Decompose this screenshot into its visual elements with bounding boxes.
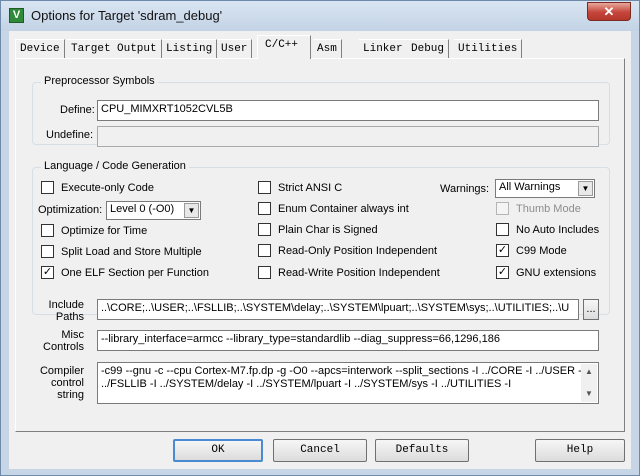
optimization-value: Level 0 (-O0) xyxy=(110,203,175,215)
compiler-control-string[interactable]: -c99 --gnu -c --cpu Cortex-M7.fp.dp -g -… xyxy=(97,362,599,404)
strict-ansi-checkbox[interactable]: Strict ANSI C xyxy=(258,181,342,194)
optimization-select[interactable]: Level 0 (-O0) ▼ xyxy=(106,201,201,220)
thumb-mode-label: Thumb Mode xyxy=(516,202,581,215)
plain-char-label: Plain Char is Signed xyxy=(278,223,378,236)
c99-mode-label: C99 Mode xyxy=(516,244,567,257)
include-browse-button[interactable]: ... xyxy=(583,299,599,320)
define-input[interactable]: CPU_MIMXRT1052CVL5B xyxy=(97,100,599,121)
one-elf-label: One ELF Section per Function xyxy=(61,266,209,279)
include-paths-label: Include Paths xyxy=(36,299,84,323)
optimize-time-label: Optimize for Time xyxy=(61,224,148,237)
tab-utilities[interactable]: Utilities xyxy=(454,39,523,58)
include-label-line1: Include xyxy=(48,299,84,311)
tab-linker[interactable]: Linker xyxy=(359,39,408,58)
tab-target[interactable]: Target xyxy=(67,39,116,58)
rw-pi-box[interactable] xyxy=(258,266,271,279)
execute-only-box[interactable] xyxy=(41,181,54,194)
include-paths-input[interactable]: ..\CORE;..\USER;..\FSLLIB;..\SYSTEM\dela… xyxy=(97,299,579,320)
warnings-label: Warnings: xyxy=(440,183,490,195)
split-load-label: Split Load and Store Multiple xyxy=(61,245,202,258)
split-load-box[interactable] xyxy=(41,245,54,258)
compiler-label-line1: Compiler xyxy=(39,365,84,377)
scroll-up-icon[interactable]: ▲ xyxy=(581,364,597,380)
vertical-scrollbar[interactable]: ▲ ▼ xyxy=(581,364,597,402)
cpp-tab-panel: Preprocessor Symbols Define: CPU_MIMXRT1… xyxy=(15,58,625,432)
misc-label-line1: Misc xyxy=(61,329,84,341)
warnings-value: All Warnings xyxy=(499,181,561,193)
title-bar[interactable]: V Options for Target 'sdram_debug' ✕ xyxy=(1,1,639,31)
one-elf-checkbox[interactable]: ✓ One ELF Section per Function xyxy=(41,266,209,279)
strict-ansi-label: Strict ANSI C xyxy=(278,181,343,194)
keil-app-icon: V xyxy=(9,8,24,23)
window-title: Options for Target 'sdram_debug' xyxy=(31,8,223,23)
thumb-mode-box xyxy=(496,202,509,215)
thumb-mode-checkbox: Thumb Mode xyxy=(496,202,581,215)
tab-listing[interactable]: Listing xyxy=(162,39,218,58)
check-icon[interactable]: ✓ xyxy=(496,244,509,257)
misc-controls-label: Misc Controls xyxy=(36,329,84,353)
tab-cpp[interactable]: C/C++ xyxy=(257,35,311,59)
chevron-down-icon[interactable]: ▼ xyxy=(578,181,593,196)
undefine-label: Undefine: xyxy=(46,129,94,141)
c99-mode-checkbox[interactable]: ✓ C99 Mode xyxy=(496,244,567,257)
check-icon[interactable]: ✓ xyxy=(41,266,54,279)
optimize-time-checkbox[interactable]: Optimize for Time xyxy=(41,224,147,237)
compiler-string-line1: -c99 --gnu -c --cpu Cortex-M7.fp.dp -g -… xyxy=(101,365,585,377)
undefine-input[interactable] xyxy=(97,126,599,147)
check-icon[interactable]: ✓ xyxy=(496,266,509,279)
strict-ansi-box[interactable] xyxy=(258,181,271,194)
no-auto-includes-checkbox[interactable]: No Auto Includes xyxy=(496,223,599,236)
tab-output[interactable]: Output xyxy=(113,39,162,58)
compiler-label-line2: control xyxy=(50,377,84,389)
define-label: Define: xyxy=(60,104,95,116)
enum-container-box[interactable] xyxy=(258,202,271,215)
compiler-label-line3: string xyxy=(57,389,84,401)
misc-label-line2: Controls xyxy=(43,341,84,353)
ro-pi-box[interactable] xyxy=(258,244,271,257)
dialog-client: Device Target Output Listing User C/C++ … xyxy=(9,31,631,469)
tab-device[interactable]: Device xyxy=(15,39,65,58)
rw-pi-label: Read-Write Position Independent xyxy=(278,266,440,279)
warnings-select[interactable]: All Warnings ▼ xyxy=(495,179,595,198)
include-label-line2: Paths xyxy=(55,311,84,323)
options-dialog: V Options for Target 'sdram_debug' ✕ Dev… xyxy=(0,0,640,476)
tab-user[interactable]: User xyxy=(217,39,253,58)
language-group-title: Language / Code Generation xyxy=(41,160,189,172)
ok-button[interactable]: OK xyxy=(173,439,263,462)
help-button[interactable]: Help xyxy=(535,439,625,462)
enum-container-checkbox[interactable]: Enum Container always int xyxy=(258,202,409,215)
chevron-down-icon[interactable]: ▼ xyxy=(184,203,199,218)
misc-controls-input[interactable]: --library_interface=armcc --library_type… xyxy=(97,330,599,351)
no-auto-includes-label: No Auto Includes xyxy=(516,223,600,236)
plain-char-box[interactable] xyxy=(258,223,271,236)
tab-asm[interactable]: Asm xyxy=(313,39,342,58)
close-button[interactable]: ✕ xyxy=(587,2,631,21)
execute-only-label: Execute-only Code xyxy=(61,181,154,194)
compiler-control-label: Compiler control string xyxy=(36,365,84,401)
defaults-button[interactable]: Defaults xyxy=(375,439,469,462)
tab-debug[interactable]: Debug xyxy=(407,39,450,58)
ro-pi-label: Read-Only Position Independent xyxy=(278,244,437,257)
ro-pi-checkbox[interactable]: Read-Only Position Independent xyxy=(258,244,437,257)
scroll-down-icon[interactable]: ▼ xyxy=(581,386,597,402)
gnu-extensions-label: GNU extensions xyxy=(516,266,597,279)
optimization-label: Optimization: xyxy=(38,204,103,216)
no-auto-includes-box[interactable] xyxy=(496,223,509,236)
enum-container-label: Enum Container always int xyxy=(278,202,409,215)
compiler-string-line2: ../FSLLIB -I ../SYSTEM/delay -I ../SYSTE… xyxy=(101,378,512,390)
cancel-button[interactable]: Cancel xyxy=(273,439,367,462)
rw-pi-checkbox[interactable]: Read-Write Position Independent xyxy=(258,266,440,279)
split-load-checkbox[interactable]: Split Load and Store Multiple xyxy=(41,245,202,258)
execute-only-checkbox[interactable]: Execute-only Code xyxy=(41,181,154,194)
preprocessor-group-title: Preprocessor Symbols xyxy=(41,75,158,87)
plain-char-checkbox[interactable]: Plain Char is Signed xyxy=(258,223,378,236)
optimize-time-box[interactable] xyxy=(41,224,54,237)
gnu-extensions-checkbox[interactable]: ✓ GNU extensions xyxy=(496,266,596,279)
